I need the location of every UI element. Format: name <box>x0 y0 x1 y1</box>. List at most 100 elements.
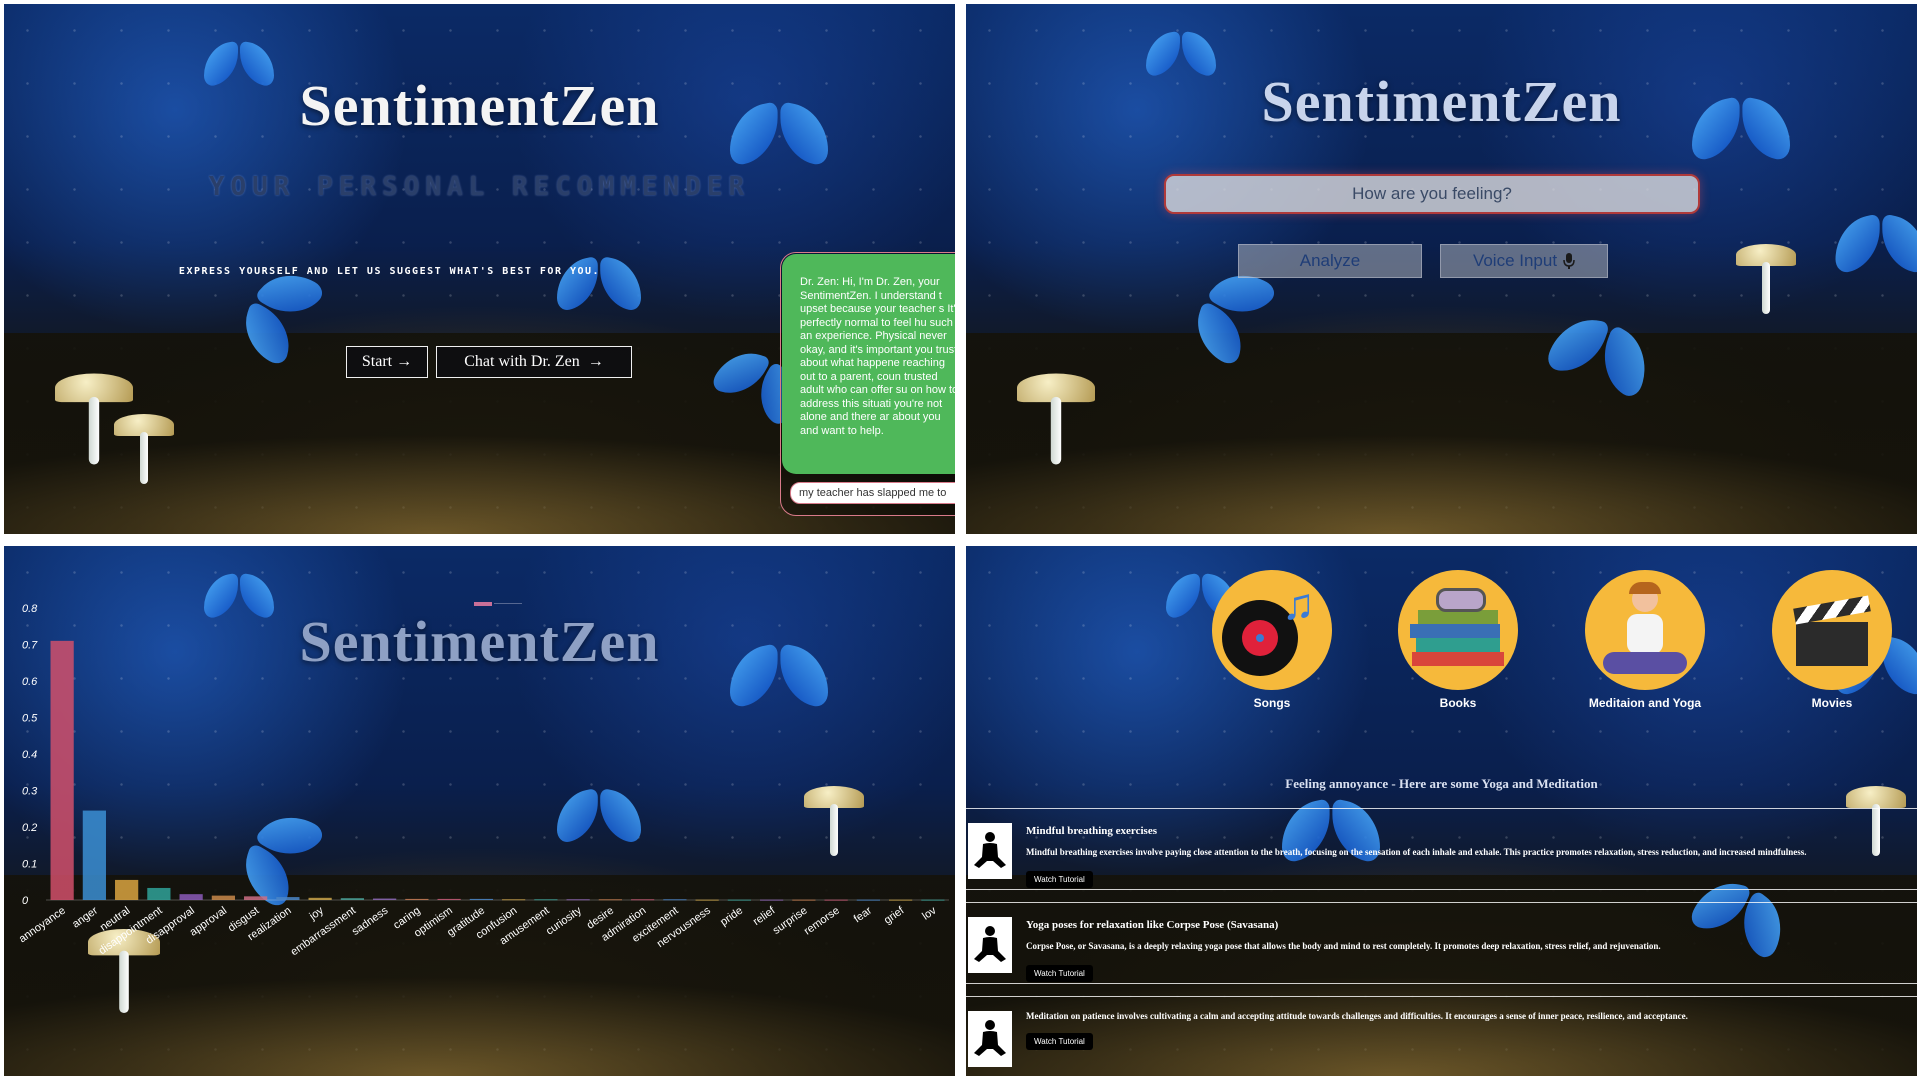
bar-disgust[interactable] <box>244 896 268 900</box>
chat-with-dr-zen-button[interactable]: Chat with Dr. Zen → <box>436 346 632 378</box>
bar-embarrassment[interactable] <box>340 898 364 900</box>
watch-tutorial-button[interactable]: Watch Tutorial <box>1026 871 1093 888</box>
x-tick-label: fear <box>852 904 875 925</box>
bar-fear[interactable] <box>856 899 880 901</box>
bar-surprise[interactable] <box>792 899 816 901</box>
bar-curiosity[interactable] <box>566 899 590 901</box>
bar-pride[interactable] <box>727 899 751 901</box>
bar-joy[interactable] <box>308 897 332 900</box>
start-button-label: Start → <box>361 353 413 370</box>
y-tick-label: 0 <box>22 895 29 907</box>
bar-gratitude[interactable] <box>469 898 493 900</box>
bar-neutral[interactable] <box>115 879 139 900</box>
arrow-right-icon: → <box>587 353 604 370</box>
x-tick-label: curiosity <box>544 904 584 937</box>
microphone-icon <box>1563 253 1575 269</box>
books-icon <box>1398 570 1518 690</box>
category-label: Movies <box>1811 696 1853 710</box>
x-tick-label: sadness <box>350 904 391 938</box>
y-tick-label: 0.2 <box>22 822 37 834</box>
recommendation-item: Mindful breathing exercises Mindful brea… <box>966 808 1917 890</box>
category-label: Meditaion and Yoga <box>1588 696 1702 710</box>
tagline: EXPRESS YOURSELF AND LET US SUGGEST WHAT… <box>178 266 601 277</box>
x-tick-label: anger <box>70 904 100 930</box>
meditation-icon <box>968 823 1012 879</box>
bar-realization[interactable] <box>276 897 300 900</box>
bar-approval[interactable] <box>211 895 235 900</box>
meditation-icon <box>968 1011 1012 1067</box>
bar-confusion[interactable] <box>502 899 526 901</box>
emotion-bar-chart: 00.10.20.30.40.50.60.70.8annoyance angern… <box>17 603 949 958</box>
bar-optimism[interactable] <box>437 898 461 900</box>
category-books[interactable]: Books <box>1396 570 1520 710</box>
home-panel: SentimentZen YOUR PERSONAL RECOMMENDER E… <box>4 4 955 534</box>
watch-tutorial-button[interactable]: Watch Tutorial <box>1026 965 1093 982</box>
category-songs[interactable]: ♫ Songs <box>1210 570 1334 710</box>
bar-excitement[interactable] <box>663 899 687 901</box>
recommendation-item: Yoga poses for relaxation like Corpse Po… <box>966 902 1917 984</box>
meditation-icon <box>1585 570 1705 690</box>
recommendation-title: Yoga poses for relaxation like Corpse Po… <box>1026 919 1279 931</box>
start-button[interactable]: Start → <box>346 346 428 378</box>
y-tick-label: 0.5 <box>22 713 38 725</box>
y-tick-label: 0.4 <box>22 749 37 761</box>
meditation-icon <box>968 917 1012 973</box>
bar-disappointment[interactable] <box>147 887 171 900</box>
feeling-input[interactable]: How are you feeling? <box>1164 174 1700 214</box>
bar-remorse[interactable] <box>824 899 848 901</box>
chart-panel: SentimentZen 0 0.1 0.2 0.3 0.4 0.5 0.6 0.7 0.8 an… <box>4 546 955 1076</box>
analyze-button-label: Analyze <box>1299 251 1361 270</box>
recommendation-description: Mindful breathing exercises involve payi… <box>1026 847 1807 857</box>
mushroom-decoration <box>1736 244 1796 314</box>
bar-grief[interactable] <box>889 899 913 901</box>
y-tick-label: 0.1 <box>22 859 37 871</box>
bar-sadness[interactable] <box>373 898 397 900</box>
app-title: SentimentZen <box>299 73 660 138</box>
bar-caring[interactable] <box>405 898 429 900</box>
mushroom-decoration <box>1017 373 1095 465</box>
category-meditation-yoga[interactable]: Meditaion and Yoga <box>1583 570 1707 710</box>
category-label: Books <box>1439 696 1477 710</box>
y-tick-label: 0.8 <box>22 603 38 615</box>
app-title: SentimentZen <box>1261 69 1622 134</box>
analyze-panel: SentimentZen How are you feeling? Analyz… <box>966 4 1917 534</box>
x-tick-label: grief <box>882 904 907 927</box>
category-label: Songs <box>1253 696 1291 710</box>
bar-love[interactable] <box>921 899 945 901</box>
voice-input-label: Voice Input <box>1472 251 1558 270</box>
recommendation-item: Meditation on patience involves cultivat… <box>966 996 1917 1075</box>
butterfly-decoration <box>1836 218 1918 270</box>
clapperboard-icon <box>1772 570 1892 690</box>
recommendations-panel: ♫ Songs Books Meditaion and Yoga Movies … <box>966 546 1917 1076</box>
x-tick-label: annoyance <box>17 905 68 946</box>
category-movies[interactable]: Movies <box>1770 570 1894 710</box>
recommendation-title: Mindful breathing exercises <box>1026 825 1157 837</box>
x-tick-label: joy <box>307 904 327 923</box>
bar-relief[interactable] <box>760 899 784 901</box>
x-tick-label: pride <box>718 905 745 929</box>
y-tick-label: 0.6 <box>22 676 38 688</box>
y-tick-label: 0.7 <box>22 640 38 652</box>
analyze-button[interactable]: Analyze <box>1238 244 1422 278</box>
x-tick-label: lov <box>920 904 939 922</box>
x-tick-label: remorse <box>802 905 842 938</box>
chat-input[interactable]: my teacher has slapped me to <box>790 482 955 504</box>
chat-button-label: Chat with Dr. Zen <box>464 353 580 370</box>
bar-anger[interactable] <box>82 810 106 900</box>
music-record-icon: ♫ <box>1212 570 1332 690</box>
bar-admiration[interactable] <box>631 899 655 901</box>
bar-desire[interactable] <box>598 899 622 901</box>
forest-ground <box>966 332 1917 534</box>
recommendation-heading: Feeling annoyance - Here are some Yoga a… <box>1285 776 1598 791</box>
recommendation-description: Corpse Pose, or Savasana, is a deeply re… <box>1026 941 1661 951</box>
bar-amusement[interactable] <box>534 899 558 901</box>
bar-nervousness[interactable] <box>695 899 719 901</box>
bar-disapproval[interactable] <box>179 894 203 900</box>
y-tick-label: 0.3 <box>22 786 38 798</box>
mushroom-decoration <box>114 414 174 484</box>
bar-annoyance[interactable] <box>50 640 74 900</box>
recommendation-description: Meditation on patience involves cultivat… <box>1026 1011 1688 1021</box>
watch-tutorial-button[interactable]: Watch Tutorial <box>1026 1033 1093 1050</box>
voice-input-button[interactable]: Voice Input <box>1440 244 1608 278</box>
x-tick-label: approval <box>188 905 229 939</box>
